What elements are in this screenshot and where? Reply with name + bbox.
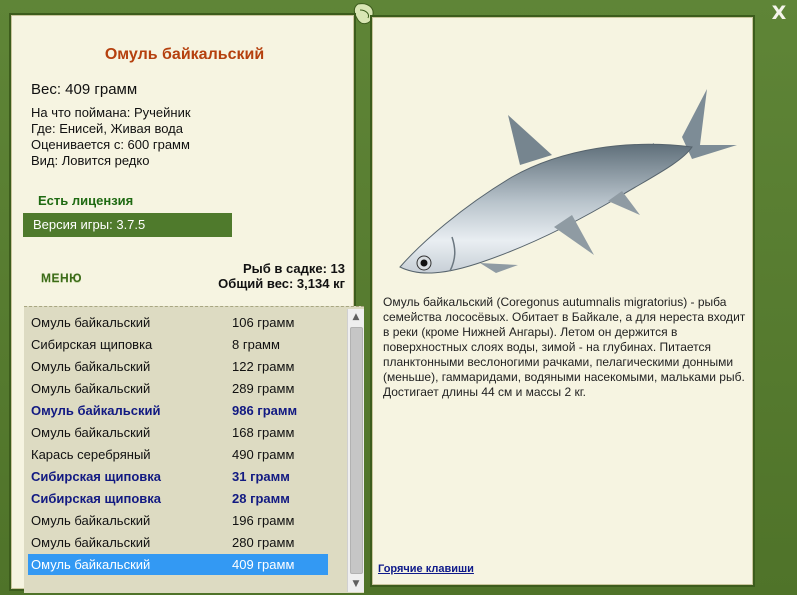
kind-info: Вид: Ловится редко — [31, 153, 150, 168]
catch-list[interactable]: ▲ ▼ Омуль байкальский 106 грамм Сибирская … — [24, 306, 364, 593]
list-item-weight: 280 грамм — [232, 535, 295, 550]
list-item-name: Омуль байкальский — [31, 403, 161, 418]
list-item-weight: 8 грамм — [232, 337, 280, 352]
hotkeys-link[interactable]: Горячие клавиши — [378, 563, 474, 575]
list-item-weight: 28 грамм — [232, 491, 290, 506]
list-item-weight: 168 грамм — [232, 425, 295, 440]
list-item[interactable]: Сибирская щиповка 8 грамм — [28, 334, 328, 355]
list-item-name: Омуль байкальский — [31, 557, 151, 572]
list-item-name: Сибирская щиповка — [31, 491, 161, 506]
list-item[interactable]: Омуль байкальский 986 грамм — [28, 400, 328, 421]
scroll-down-icon[interactable]: ▼ — [348, 576, 364, 592]
fish-description: Омуль байкальский (Coregonus autumnalis … — [383, 295, 746, 399]
list-item[interactable]: Омуль байкальский 122 грамм — [28, 356, 328, 377]
scroll-up-icon[interactable]: ▲ — [348, 309, 364, 325]
list-item-weight: 289 грамм — [232, 381, 295, 396]
list-item-name: Омуль байкальский — [31, 513, 151, 528]
fish-weight: Вес: 409 грамм — [31, 81, 138, 98]
list-item-name: Омуль байкальский — [31, 425, 151, 440]
list-item-name: Омуль байкальский — [31, 535, 151, 550]
fish-image — [399, 89, 737, 274]
list-item[interactable]: Омуль байкальский 280 грамм — [28, 532, 328, 553]
fish-title: Омуль байкальский — [104, 46, 265, 63]
list-item[interactable]: Омуль байкальский 168 грамм — [28, 422, 328, 443]
fish-count: Рыб в садке: 13 — [242, 261, 345, 276]
list-item-weight: 122 грамм — [232, 359, 295, 374]
list-item-weight: 31 грамм — [232, 469, 290, 484]
list-item[interactable]: Омуль байкальский 289 грамм — [28, 378, 328, 399]
value-info: Оценивается с: 600 грамм — [31, 137, 190, 152]
fish-description-panel: Омуль байкальский (Coregonus autumnalis … — [370, 15, 755, 587]
fish-info-panel: Омуль байкальский Вес: 409 грамм На что … — [9, 13, 364, 593]
place-info: Где: Енисей, Живая вода — [31, 121, 183, 136]
total-weight: Общий вес: 3,134 кг — [218, 276, 345, 291]
list-item-name: Карась серебряный — [31, 447, 151, 462]
list-item-weight: 490 грамм — [232, 447, 295, 462]
fish-details: На что поймана: Ручейник Где: Енисей, Жи… — [31, 105, 191, 169]
license-status: Есть лицензия — [38, 193, 134, 208]
list-item[interactable]: Омуль байкальский 196 грамм — [28, 510, 328, 531]
list-item-name: Омуль байкальский — [31, 381, 151, 396]
close-icon: X — [771, 2, 787, 24]
list-item-weight: 106 грамм — [232, 315, 295, 330]
list-item-weight: 409 грамм — [232, 557, 295, 572]
list-item[interactable]: Сибирская щиповка 28 грамм — [28, 488, 328, 509]
bait-info: На что поймана: Ручейник — [31, 105, 191, 120]
list-item-weight: 196 грамм — [232, 513, 295, 528]
list-item-name: Омуль байкальский — [31, 315, 151, 330]
list-item-selected[interactable]: Омуль байкальский 409 грамм — [28, 554, 328, 575]
list-item-weight: 986 грамм — [232, 403, 298, 418]
scroll-thumb[interactable] — [350, 327, 363, 574]
close-button[interactable]: X — [768, 2, 790, 24]
catch-stats: Рыб в садке: 13 Общий вес: 3,134 кг — [125, 261, 345, 291]
list-item[interactable]: Омуль байкальский 106 грамм — [28, 312, 328, 333]
list-scrollbar[interactable]: ▲ ▼ — [347, 309, 364, 592]
list-item-name: Омуль байкальский — [31, 359, 151, 374]
list-item[interactable]: Карась серебряный 490 грамм — [28, 444, 328, 465]
list-item-name: Сибирская щиповка — [31, 469, 161, 484]
list-item-name: Сибирская щиповка — [31, 337, 153, 352]
menu-button[interactable]: МЕНЮ — [41, 271, 82, 285]
list-item[interactable]: Сибирская щиповка 31 грамм — [28, 466, 328, 487]
version-bar: Версия игры: 3.7.5 — [23, 213, 232, 237]
